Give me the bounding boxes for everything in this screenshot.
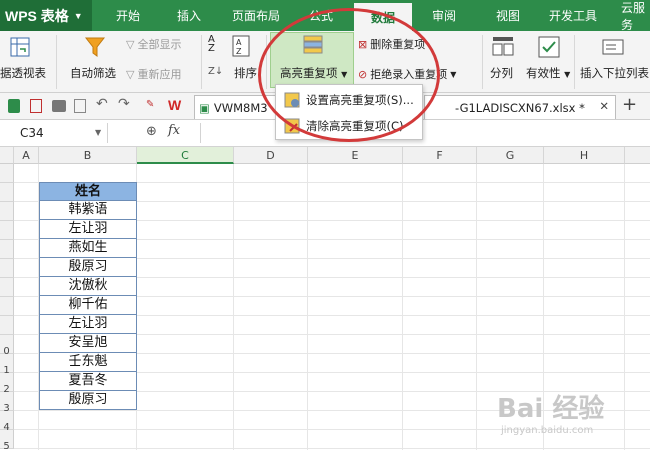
tab-insert[interactable]: 插入 [177, 0, 201, 31]
sort-box-icon: A Z [232, 35, 250, 57]
sort-button[interactable]: 排序 [234, 65, 257, 81]
show-all-button[interactable]: ▽ 全部显示 [126, 36, 181, 52]
column-header-f[interactable]: F [403, 147, 477, 164]
table-cell[interactable]: 燕如生 [39, 239, 137, 258]
cell-reference: C34 [20, 126, 44, 140]
svg-text:Z: Z [236, 47, 242, 56]
sort-za-icon[interactable]: Z↓ [208, 66, 223, 77]
select-all-corner[interactable] [0, 147, 14, 164]
doc-tab-1-label: VWM8M3 [213, 100, 268, 115]
row-header[interactable]: 5 [0, 430, 14, 450]
validity-button[interactable]: 有效性 ▼ [526, 65, 570, 81]
row-header[interactable] [0, 164, 14, 183]
sort-az-icon[interactable]: AZ [208, 35, 215, 54]
function-icon[interactable]: fx [168, 123, 180, 138]
row-header[interactable]: 0 [0, 335, 14, 357]
table-cell[interactable]: 夏吾冬 [39, 372, 137, 391]
tab-home[interactable]: 开始 [116, 0, 140, 31]
table-cell[interactable]: 左让羽 [39, 220, 137, 239]
save-icon[interactable] [8, 99, 20, 113]
column-header-e[interactable]: E [308, 147, 403, 164]
redo-icon[interactable]: ↷ [118, 96, 130, 112]
row-header[interactable]: 2 [0, 373, 14, 395]
baidu-watermark: Bai 经验 jingyan.baidu.com [497, 388, 647, 444]
validity-icon [538, 36, 560, 58]
preview-icon[interactable] [74, 99, 86, 113]
table-cell[interactable]: 安呈旭 [39, 334, 137, 353]
refresh-icon: ▽ [126, 67, 135, 81]
undo-icon[interactable]: ↶ [96, 96, 108, 112]
column-header-g[interactable]: G [477, 147, 544, 164]
chevron-down-icon: ▼ [564, 70, 571, 79]
row-header[interactable] [0, 259, 14, 278]
split-columns-button[interactable]: 分列 [490, 65, 513, 81]
doc-tab-2[interactable]: -G1LADISCXN67.xlsx * ✕ [424, 95, 616, 119]
row-header[interactable]: 1 [0, 354, 14, 376]
watermark-brand: Bai 经验 [497, 394, 605, 424]
row-header[interactable] [0, 183, 14, 202]
dropdown-list-icon [602, 39, 624, 55]
row-header[interactable]: 3 [0, 392, 14, 414]
filter-icon [84, 37, 106, 57]
tab-page-layout[interactable]: 页面布局 [232, 0, 280, 31]
insert-dropdown-button[interactable]: 插入下拉列表 [580, 65, 649, 81]
column-header-b[interactable]: B [39, 147, 137, 164]
validity-label: 有效性 [526, 66, 561, 80]
formula-input[interactable] [200, 123, 648, 143]
close-icon[interactable]: ✕ [599, 99, 609, 113]
pivot-table-icon [10, 37, 30, 57]
table-cell[interactable]: 殷原习 [39, 258, 137, 277]
chevron-down-icon[interactable]: ▼ [95, 123, 101, 143]
wps-logo-icon: W [168, 97, 182, 113]
print-icon[interactable] [52, 100, 66, 112]
tab-developer[interactable]: 开发工具 [549, 0, 597, 31]
name-column-header[interactable]: 姓名 [39, 182, 137, 201]
annotation-ellipse [258, 8, 440, 142]
table-cell[interactable]: 柳千佑 [39, 296, 137, 315]
add-tab-icon[interactable]: + [622, 94, 637, 115]
row-header[interactable] [0, 240, 14, 259]
export-pdf-icon[interactable] [30, 99, 42, 113]
column-header-d[interactable]: D [234, 147, 308, 164]
chevron-down-icon: ▼ [450, 69, 457, 79]
row-header[interactable] [0, 297, 14, 316]
autofilter-button[interactable]: 自动筛选 [70, 65, 116, 81]
column-header-c[interactable]: C [137, 147, 234, 164]
reapply-button[interactable]: ▽ 重新应用 [126, 66, 181, 82]
row-header[interactable] [0, 221, 14, 240]
search-icon[interactable]: ⊕ [146, 124, 157, 139]
show-all-label: 全部显示 [137, 38, 182, 51]
filter-clear-icon: ▽ [126, 37, 135, 51]
row-header[interactable]: 4 [0, 411, 14, 433]
column-header-h[interactable]: H [544, 147, 625, 164]
table-cell[interactable]: 左让羽 [39, 315, 137, 334]
reapply-label: 重新应用 [137, 68, 182, 81]
app-menu-button[interactable]: WPS 表格 ▼ [0, 0, 92, 31]
tab-cloud[interactable]: 云服务 [621, 0, 650, 32]
row-header[interactable] [0, 316, 14, 335]
table-cell[interactable]: 壬东魁 [39, 353, 137, 372]
format-painter-icon[interactable]: ✎ [146, 99, 154, 110]
doc-tab-2-label: -G1LADISCXN67.xlsx * [455, 100, 585, 115]
spreadsheet-icon: ▣ [199, 100, 210, 115]
row-header[interactable] [0, 278, 14, 297]
svg-text:A: A [236, 38, 242, 47]
app-title: WPS 表格 [5, 7, 69, 24]
split-columns-icon [492, 37, 514, 56]
watermark-url: jingyan.baidu.com [501, 425, 594, 436]
column-header-i[interactable] [625, 147, 650, 164]
chevron-down-icon: ▼ [73, 10, 83, 21]
table-cell[interactable]: 韩紫语 [39, 201, 137, 220]
table-cell[interactable]: 沈傲秋 [39, 277, 137, 296]
tab-view[interactable]: 视图 [496, 0, 520, 31]
column-header-a[interactable]: A [14, 147, 39, 164]
pivot-table-button[interactable]: 据透视表 [0, 65, 46, 81]
tab-review[interactable]: 审阅 [432, 0, 456, 31]
table-cell[interactable]: 殷原习 [39, 391, 137, 410]
name-box[interactable]: C34 ▼ [0, 123, 108, 143]
row-header[interactable] [0, 202, 14, 221]
